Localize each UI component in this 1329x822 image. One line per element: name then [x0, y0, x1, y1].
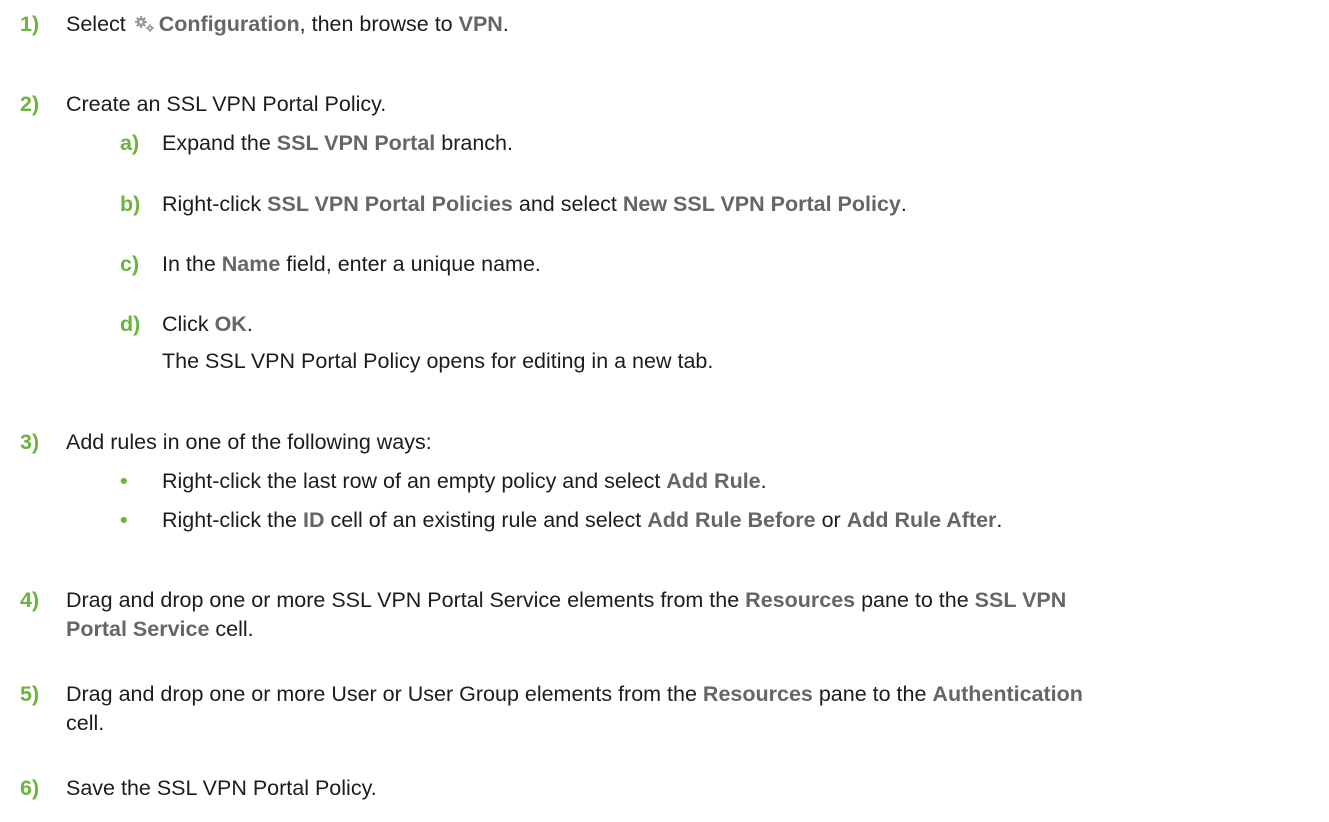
text-run: branch. — [435, 131, 513, 155]
text-run: pane to the — [812, 682, 933, 706]
substep-letter: c) — [120, 252, 140, 276]
ui-label: Configuration — [158, 12, 300, 36]
bullet-marker: • — [120, 508, 128, 532]
substep-letter: a) — [120, 131, 140, 155]
text-run: cell of an existing rule and select — [324, 508, 648, 532]
step-number: 4) — [20, 588, 40, 612]
text-run: In the — [162, 252, 222, 276]
step-text: Drag and drop one or more User or User G… — [66, 680, 1083, 708]
ui-label: VPN — [458, 12, 503, 36]
text-run: Drag and drop one or more User or User G… — [66, 682, 703, 706]
text-run: Right-click — [162, 192, 268, 216]
substep-result: The SSL VPN Portal Policy opens for edit… — [162, 349, 714, 373]
ui-label: Add Rule After — [846, 508, 997, 532]
substep-text: Click OK. — [162, 310, 253, 338]
ui-label: Resources — [702, 682, 813, 706]
text-run: Right-click the — [162, 508, 303, 532]
text-run: field, enter a unique name. — [280, 252, 541, 276]
text-run: Click — [162, 312, 215, 336]
procedure-document: 1) Select Configuration, then browse to … — [0, 0, 1329, 822]
gear-icon — [133, 12, 157, 40]
substep-text: Right-click SSL VPN Portal Policies and … — [162, 190, 907, 218]
ui-label: SSL VPN — [974, 588, 1067, 612]
text-run: or — [815, 508, 847, 532]
ui-label: Add Rule — [666, 469, 761, 493]
step-text: Select Configuration, then browse to VPN… — [66, 10, 509, 40]
step-text: Save the SSL VPN Portal Policy. — [66, 776, 377, 800]
substep-text: Expand the SSL VPN Portal branch. — [162, 129, 513, 157]
ui-label: SSL VPN Portal — [276, 131, 436, 155]
substep-letter: b) — [120, 192, 141, 216]
text-run: Drag and drop one or more SSL VPN Portal… — [66, 588, 746, 612]
bullet-text: Right-click the ID cell of an existing r… — [162, 506, 1002, 534]
text-run: . — [900, 192, 907, 216]
text-run: pane to the — [855, 588, 975, 612]
substep-text: In the Name field, enter a unique name. — [162, 250, 541, 278]
ui-label: Resources — [745, 588, 856, 612]
ui-label: SSL VPN Portal Policies — [267, 192, 513, 216]
text-run: . — [502, 12, 509, 36]
step-4-continuation: Portal Service cell. — [66, 615, 254, 643]
substep-letter: d) — [120, 312, 141, 336]
ui-label: Add Rule Before — [647, 508, 816, 532]
step-text: Add rules in one of the following ways: — [66, 430, 432, 454]
ui-label: New SSL VPN Portal Policy — [622, 192, 901, 216]
text-run: , then browse to — [299, 12, 459, 36]
step-number: 1) — [20, 12, 40, 36]
text-run: Expand the — [162, 131, 277, 155]
text-run: Right-click the last row of an empty pol… — [162, 469, 667, 493]
step-number: 3) — [20, 430, 40, 454]
ui-label: Portal Service — [66, 617, 210, 641]
bullet-marker: • — [120, 469, 128, 493]
ui-label: Authentication — [932, 682, 1083, 706]
text-run: cell. — [209, 617, 254, 641]
step-5-continuation: cell. — [66, 711, 105, 735]
step-number: 6) — [20, 776, 40, 800]
ui-label: Name — [221, 252, 281, 276]
bullet-text: Right-click the last row of an empty pol… — [162, 467, 767, 495]
ui-label: OK — [214, 312, 247, 336]
step-number: 5) — [20, 682, 40, 706]
text-run: . — [246, 312, 253, 336]
step-text: Drag and drop one or more SSL VPN Portal… — [66, 586, 1066, 614]
step-number: 2) — [20, 92, 40, 116]
text-run: . — [996, 508, 1003, 532]
text-run: and select — [512, 192, 623, 216]
ui-label: ID — [303, 508, 325, 532]
text-run: . — [760, 469, 767, 493]
step-text: Create an SSL VPN Portal Policy. — [66, 92, 387, 116]
text-run: Select — [66, 12, 132, 36]
